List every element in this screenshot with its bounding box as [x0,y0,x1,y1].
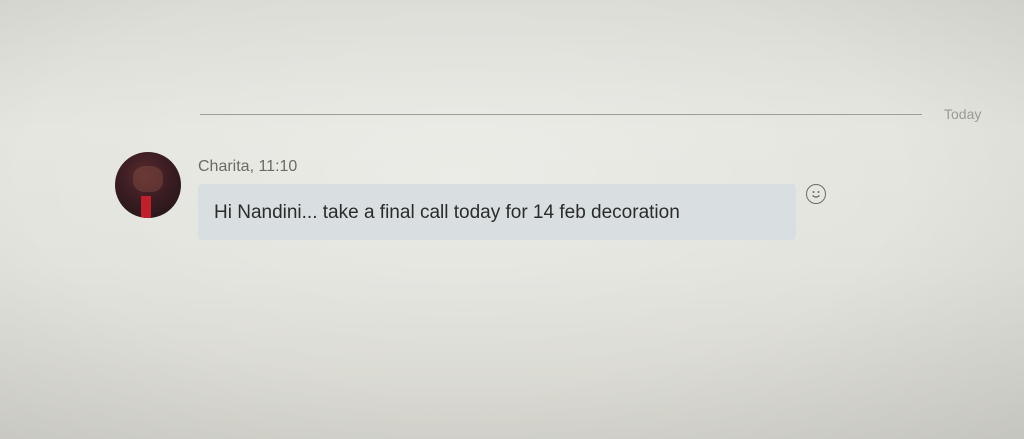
divider-line [200,114,922,115]
smiley-icon-glyph [812,191,820,198]
avatar-detail [133,166,163,192]
smiley-icon[interactable] [806,184,826,204]
sender-avatar[interactable] [115,152,181,218]
message-text: Hi Nandini... take a final call today fo… [214,202,680,223]
chat-message: Charita, 11:10 Hi Nandini... take a fina… [115,150,835,250]
sender-name-timestamp: Charita, 11:10 [198,158,298,175]
date-divider-label: Today [944,106,982,122]
message-bubble[interactable]: Hi Nandini... take a final call today fo… [198,184,796,240]
date-divider: Today [200,104,990,124]
avatar-detail-red [141,196,151,218]
